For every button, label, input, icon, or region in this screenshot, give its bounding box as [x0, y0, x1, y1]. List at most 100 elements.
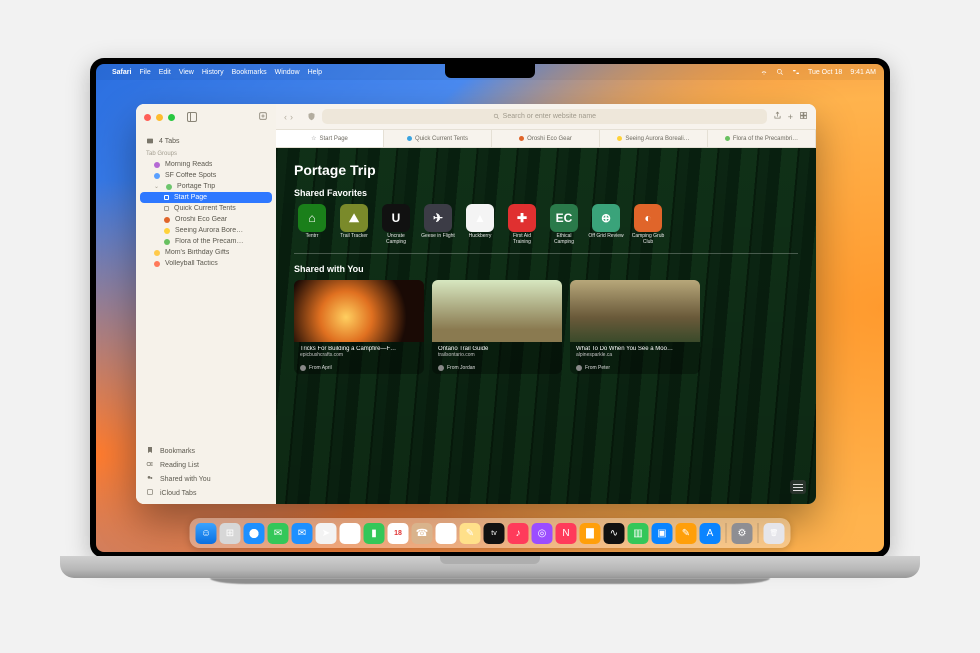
- favorite-tile-icon: ✚: [508, 204, 536, 232]
- control-center-icon[interactable]: [792, 68, 800, 76]
- minimize-button[interactable]: [156, 114, 163, 121]
- dock-news-icon[interactable]: N: [556, 523, 577, 544]
- window-titlebar: [136, 104, 276, 130]
- card-thumbnail: [570, 280, 700, 342]
- dock-trash-icon[interactable]: 🗑: [764, 523, 785, 544]
- tab[interactable]: Oroshi Eco Gear: [492, 130, 600, 147]
- favorite-tile-icon: ◐: [634, 204, 662, 232]
- dock-safari-icon[interactable]: [244, 523, 265, 544]
- sidebar-tab-item[interactable]: Flora of the Precam…: [140, 236, 272, 247]
- customize-start-page-icon[interactable]: [790, 480, 806, 494]
- dock-photos-icon[interactable]: ✿: [340, 523, 361, 544]
- sidebar-tab-item[interactable]: Oroshi Eco Gear: [140, 214, 272, 225]
- dock-podcasts-icon[interactable]: ◎: [532, 523, 553, 544]
- menubar-date[interactable]: Tue Oct 18: [808, 69, 842, 76]
- dock-maps-icon[interactable]: ➤: [316, 523, 337, 544]
- back-button[interactable]: ‹: [284, 112, 287, 122]
- tab-favicon: [725, 136, 730, 141]
- menubar-time[interactable]: 9:41 AM: [850, 69, 876, 76]
- zoom-button[interactable]: [168, 114, 175, 121]
- shared-card[interactable]: Ontario Trail Guidetrailsontario.comFrom…: [432, 280, 562, 374]
- sidebar-tab-group[interactable]: Morning Reads: [140, 159, 272, 170]
- menu-view[interactable]: View: [179, 69, 194, 76]
- page-title: Portage Trip: [294, 162, 798, 178]
- menu-help[interactable]: Help: [308, 69, 322, 76]
- favorite-item[interactable]: ⊕Off Grid Review: [588, 204, 624, 245]
- dock-launchpad-icon[interactable]: ⊞: [220, 523, 241, 544]
- privacy-shield-icon[interactable]: [307, 108, 316, 126]
- shared-card[interactable]: Tricks For Building a Campfire—F…epicbus…: [294, 280, 424, 374]
- favorite-item[interactable]: ◐Camping Grub Club: [630, 204, 666, 245]
- dock-notes-icon[interactable]: ✎: [460, 523, 481, 544]
- page-icon: [164, 206, 169, 211]
- sidebar-bookmarks[interactable]: Bookmarks: [136, 444, 276, 458]
- dock-messages-icon[interactable]: ✉: [268, 523, 289, 544]
- dock-appstore-icon[interactable]: A: [700, 523, 721, 544]
- sidebar-tab-group[interactable]: Mom's Birthday Gifts: [140, 247, 272, 258]
- tab[interactable]: ☆Start Page: [276, 130, 384, 147]
- dock-tv-icon[interactable]: tv: [484, 523, 505, 544]
- favorite-item[interactable]: UUncrate Camping: [378, 204, 414, 245]
- new-tab-icon[interactable]: +: [788, 112, 793, 122]
- dock-stocks-icon[interactable]: ∿: [604, 523, 625, 544]
- favorite-item[interactable]: ECEthical Camping: [546, 204, 582, 245]
- dock-contacts-icon[interactable]: ☎: [412, 523, 433, 544]
- sidebar-tab-group[interactable]: SF Coffee Spots: [140, 170, 272, 181]
- sidebar-tab-group[interactable]: Volleyball Tactics: [140, 258, 272, 269]
- menu-edit[interactable]: Edit: [159, 69, 171, 76]
- dock-keynote-icon[interactable]: ▣: [652, 523, 673, 544]
- favorite-label: Geese in Flight: [420, 234, 456, 240]
- sidebar-tab-group[interactable]: ⌄Portage Trip: [140, 181, 272, 192]
- favorite-tile-icon: ⊕: [592, 204, 620, 232]
- shared-card[interactable]: What To Do When You See a Moo…alpinespar…: [570, 280, 700, 374]
- tab-favicon: [164, 239, 170, 245]
- favorite-item[interactable]: ▲Huckberry: [462, 204, 498, 245]
- tab[interactable]: Seeing Aurora Boreali…: [600, 130, 708, 147]
- app-name[interactable]: Safari: [112, 69, 131, 76]
- dock-finder-icon[interactable]: ☺: [196, 523, 217, 544]
- menu-file[interactable]: File: [139, 69, 150, 76]
- spotlight-icon[interactable]: [776, 68, 784, 76]
- favorite-label: Tentrr: [294, 234, 330, 240]
- menu-bookmarks[interactable]: Bookmarks: [232, 69, 267, 76]
- dock-books-icon[interactable]: ▇: [580, 523, 601, 544]
- dock-settings-icon[interactable]: ⚙: [732, 523, 753, 544]
- menu-history[interactable]: History: [202, 69, 224, 76]
- favorite-item[interactable]: ✈Geese in Flight: [420, 204, 456, 245]
- tab-overview-icon[interactable]: [799, 111, 808, 122]
- sidebar-icloud-tabs[interactable]: iCloud Tabs: [136, 486, 276, 500]
- new-tab-group-icon[interactable]: [258, 111, 268, 124]
- tab[interactable]: Quick Current Tents: [384, 130, 492, 147]
- favorite-item[interactable]: ⌂Tentrr: [294, 204, 330, 245]
- sidebar-tab-item[interactable]: Start Page: [140, 192, 272, 203]
- sidebar-reading-list[interactable]: Reading List: [136, 458, 276, 472]
- menu-window[interactable]: Window: [275, 69, 300, 76]
- tabs-count-header[interactable]: 4 Tabs: [136, 134, 276, 148]
- dock-reminders-icon[interactable]: ☰: [436, 523, 457, 544]
- sidebar-tab-item[interactable]: Quick Current Tents: [140, 203, 272, 214]
- address-bar[interactable]: Search or enter website name: [322, 109, 767, 124]
- favorite-label: Trail Tracker: [336, 234, 372, 240]
- group-color-icon: [166, 184, 172, 190]
- favorite-item[interactable]: ⛰Trail Tracker: [336, 204, 372, 245]
- sidebar-tab-item[interactable]: Seeing Aurora Bore…: [140, 225, 272, 236]
- favorites-row: ⌂Tentrr⛰Trail TrackerUUncrate Camping✈Ge…: [294, 204, 798, 245]
- group-color-icon: [154, 162, 160, 168]
- forward-button[interactable]: ›: [290, 112, 293, 122]
- tab[interactable]: Flora of the Precambri…: [708, 130, 816, 147]
- share-icon[interactable]: [773, 111, 782, 122]
- sidebar-shared-with-you[interactable]: Shared with You: [136, 472, 276, 486]
- card-source: epicbushcrafts.com: [300, 352, 418, 358]
- dock-numbers-icon[interactable]: ▥: [628, 523, 649, 544]
- close-button[interactable]: [144, 114, 151, 121]
- dock-facetime-icon[interactable]: ▮: [364, 523, 385, 544]
- favorite-label: First Aid Training: [504, 234, 540, 245]
- dock-music-icon[interactable]: ♪: [508, 523, 529, 544]
- dock-pages-icon[interactable]: ✎: [676, 523, 697, 544]
- sidebar-toggle-icon[interactable]: [187, 112, 197, 122]
- wifi-icon[interactable]: [760, 68, 768, 76]
- dock-mail-icon[interactable]: ✉: [292, 523, 313, 544]
- dock-calendar-icon[interactable]: 18: [388, 523, 409, 544]
- favorites-heading: Shared Favorites: [294, 188, 798, 198]
- favorite-item[interactable]: ✚ First Aid Training: [504, 204, 540, 245]
